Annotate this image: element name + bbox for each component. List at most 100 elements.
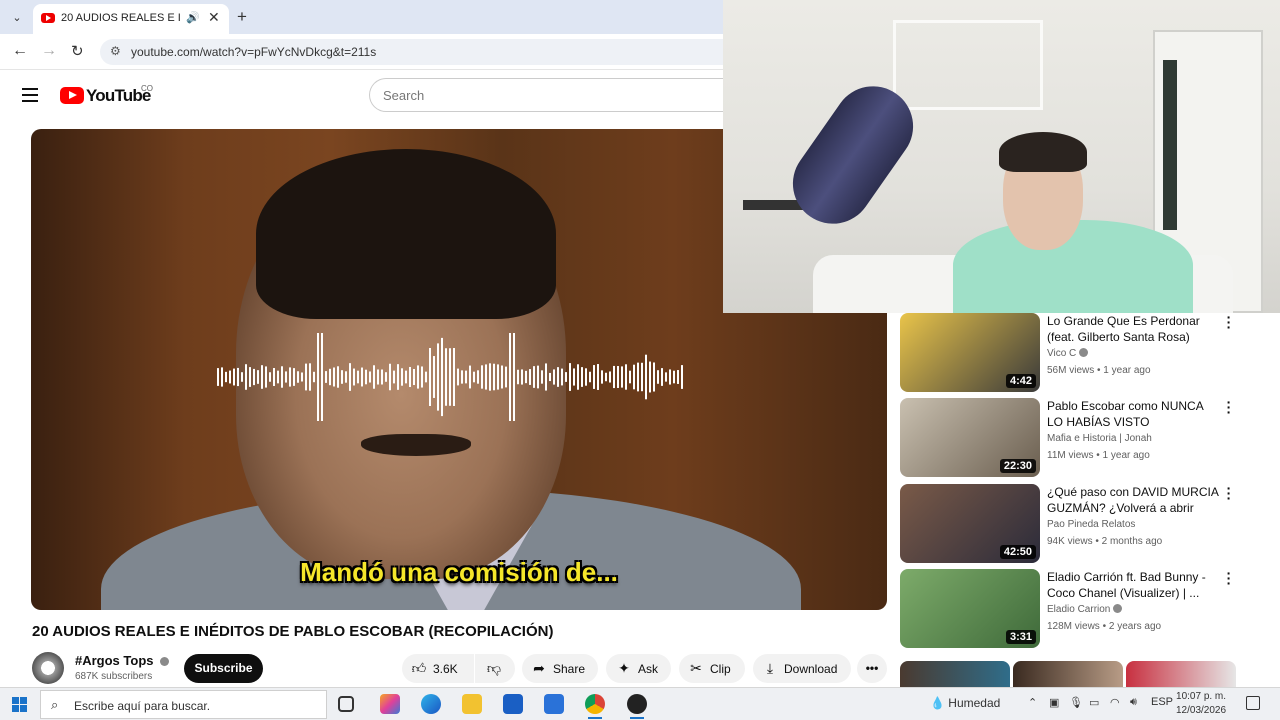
webcam-person-hair — [999, 132, 1087, 172]
windows-start-icon[interactable] — [12, 697, 27, 712]
clip-button[interactable]: ✂ Clip — [679, 654, 745, 683]
like-button[interactable]: 👍︎ 3.6K — [402, 654, 474, 683]
more-vertical-icon[interactable]: · · · — [1224, 566, 1234, 590]
verified-icon — [160, 657, 170, 666]
related-video-item[interactable]: 22:30 Pablo Escobar como NUNCA LO HABÍAS … — [900, 395, 1240, 478]
share-icon: ➦ — [533, 660, 545, 676]
video-subtitle: Mandó una comisión de... — [300, 557, 618, 587]
related-meta: 56M views • 1 year ago — [1047, 365, 1151, 376]
taskbar-search-placeholder: Escribe aquí para buscar. — [74, 699, 211, 713]
speaker-icon[interactable]: 🔊 — [186, 11, 200, 24]
search-input[interactable]: Search — [369, 78, 729, 112]
related-thumbnail-peek[interactable] — [1126, 661, 1236, 687]
related-channel[interactable]: Eladio Carrion — [1047, 604, 1123, 615]
channel-avatar[interactable] — [32, 652, 64, 684]
water-drop-icon: 💧 — [930, 696, 945, 710]
wifi-icon[interactable]: ◠ — [1110, 696, 1120, 709]
tray-chevron-icon[interactable]: ⌃ — [1028, 696, 1037, 709]
new-tab-button[interactable]: + — [237, 7, 247, 27]
task-view-icon[interactable] — [338, 696, 354, 712]
thumbs-up-icon: 👍︎ — [411, 660, 427, 676]
search-placeholder: Search — [383, 88, 425, 103]
related-video-item[interactable]: 3:31 Eladio Carrión ft. Bad Bunny - Coco … — [900, 566, 1240, 649]
file-explorer-icon[interactable] — [462, 694, 482, 714]
more-vertical-icon[interactable]: · · · — [1224, 481, 1234, 505]
video-frame-hair — [256, 149, 556, 319]
taskbar-search-input[interactable]: ⌕ Escribe aquí para buscar. — [40, 690, 327, 719]
store-icon[interactable] — [503, 694, 523, 714]
weather-widget[interactable]: 💧 Humedad — [930, 696, 1000, 710]
related-thumbnail[interactable]: 22:30 — [900, 398, 1040, 477]
reload-icon[interactable]: ↻ — [71, 42, 84, 60]
chrome-icon[interactable] — [585, 694, 605, 719]
battery-icon[interactable]: ▭ — [1089, 696, 1099, 709]
country-code: CO — [141, 84, 153, 93]
sparkle-icon: ✦ — [618, 660, 630, 676]
duration-badge: 3:31 — [1005, 630, 1036, 644]
more-vertical-icon[interactable]: · · · — [1224, 310, 1234, 334]
share-button[interactable]: ➦ Share — [522, 654, 598, 683]
verified-icon — [1113, 604, 1123, 613]
site-info-icon[interactable]: ⚙ — [110, 44, 121, 58]
related-title[interactable]: Pablo Escobar como NUNCA LO HABÍAS VISTO — [1047, 398, 1222, 430]
more-dots-icon: ••• — [865, 661, 879, 675]
outlook-icon[interactable] — [544, 694, 564, 714]
related-video-item[interactable]: 42:50 ¿Qué paso con DAVID MURCIA GUZMÁN? … — [900, 481, 1240, 564]
related-meta: 94K views • 2 months ago — [1047, 536, 1163, 547]
ask-button[interactable]: ✦ Ask — [606, 654, 671, 683]
duration-badge: 22:30 — [999, 459, 1036, 473]
tray-app-icon[interactable]: ▣ — [1049, 696, 1059, 709]
webcam-overlay — [723, 0, 1280, 313]
related-channel[interactable]: Mafia e Historia | Jonah — [1047, 433, 1152, 444]
related-thumbnail[interactable]: 4:42 — [900, 313, 1040, 392]
clock[interactable]: 10:07 p. m. 12/03/2026 — [1176, 690, 1226, 718]
download-button[interactable]: ⤓ Download — [753, 654, 851, 683]
copilot-icon[interactable] — [380, 694, 400, 714]
search-icon: ⌕ — [51, 697, 59, 712]
related-thumbnail[interactable]: 3:31 — [900, 569, 1040, 648]
notification-icon[interactable] — [1246, 696, 1260, 710]
tab-title: 20 AUDIOS REALES E INÉDI — [61, 12, 181, 24]
related-title[interactable]: Eladio Carrión ft. Bad Bunny - Coco Chan… — [1047, 569, 1222, 601]
verified-icon — [1079, 348, 1089, 357]
language-indicator[interactable]: ESP — [1151, 696, 1173, 708]
hamburger-menu-icon[interactable] — [22, 88, 38, 102]
tab-search-button[interactable]: ⌄ — [6, 7, 28, 29]
youtube-favicon-icon — [41, 13, 55, 23]
volume-icon[interactable]: 🔊︎ — [1130, 696, 1137, 709]
related-video-item[interactable]: 4:42 Lo Grande Que Es Perdonar (feat. Gil… — [900, 310, 1240, 393]
audio-waveform — [217, 333, 683, 421]
webcam-wall-frame — [893, 20, 1043, 110]
video-title: 20 AUDIOS REALES E INÉDITOS DE PABLO ESC… — [32, 623, 554, 640]
mic-tray-icon[interactable]: 🎙︎ — [1069, 696, 1083, 709]
more-actions-button[interactable]: ••• — [857, 654, 887, 683]
related-title[interactable]: ¿Qué paso con DAVID MURCIA GUZMÁN? ¿Volv… — [1047, 484, 1222, 516]
tab-close-icon[interactable]: ✕ — [208, 9, 220, 26]
more-vertical-icon[interactable]: · · · — [1224, 395, 1234, 419]
channel-name[interactable]: #Argos Tops — [75, 653, 170, 668]
subscriber-count: 687K subscribers — [75, 671, 153, 682]
dislike-button[interactable]: 👎︎ — [475, 654, 515, 683]
windows-taskbar: ⌕ Escribe aquí para buscar. 💧 Humedad ⌃ … — [0, 687, 1280, 720]
related-title[interactable]: Lo Grande Que Es Perdonar (feat. Gilbert… — [1047, 313, 1222, 345]
related-meta: 11M views • 1 year ago — [1047, 450, 1150, 461]
forward-arrow-icon[interactable]: → — [41, 42, 57, 60]
video-frame-mustache — [361, 434, 471, 456]
url-text: youtube.com/watch?v=pFwYcNvDkcg&t=211s — [131, 45, 377, 59]
scissors-icon: ✂ — [690, 660, 702, 676]
subscribe-button[interactable]: Subscribe — [184, 654, 263, 683]
edge-icon[interactable] — [421, 694, 441, 714]
related-thumbnail[interactable]: 42:50 — [900, 484, 1040, 563]
thumbs-down-icon: 👎︎ — [486, 660, 502, 676]
related-thumbnail-peek[interactable] — [900, 661, 1010, 687]
related-thumbnail-peek[interactable] — [1013, 661, 1123, 687]
back-arrow-icon[interactable]: ← — [12, 42, 28, 60]
related-channel[interactable]: Vico C — [1047, 348, 1089, 359]
youtube-logo-icon[interactable] — [60, 87, 84, 104]
recorder-app-icon[interactable] — [627, 694, 647, 719]
duration-badge: 42:50 — [999, 545, 1036, 559]
related-meta: 128M views • 2 years ago — [1047, 621, 1162, 632]
browser-tab[interactable]: 20 AUDIOS REALES E INÉDI 🔊 ✕ — [33, 4, 229, 34]
duration-badge: 4:42 — [1005, 374, 1036, 388]
related-channel[interactable]: Pao Pineda Relatos — [1047, 519, 1135, 530]
